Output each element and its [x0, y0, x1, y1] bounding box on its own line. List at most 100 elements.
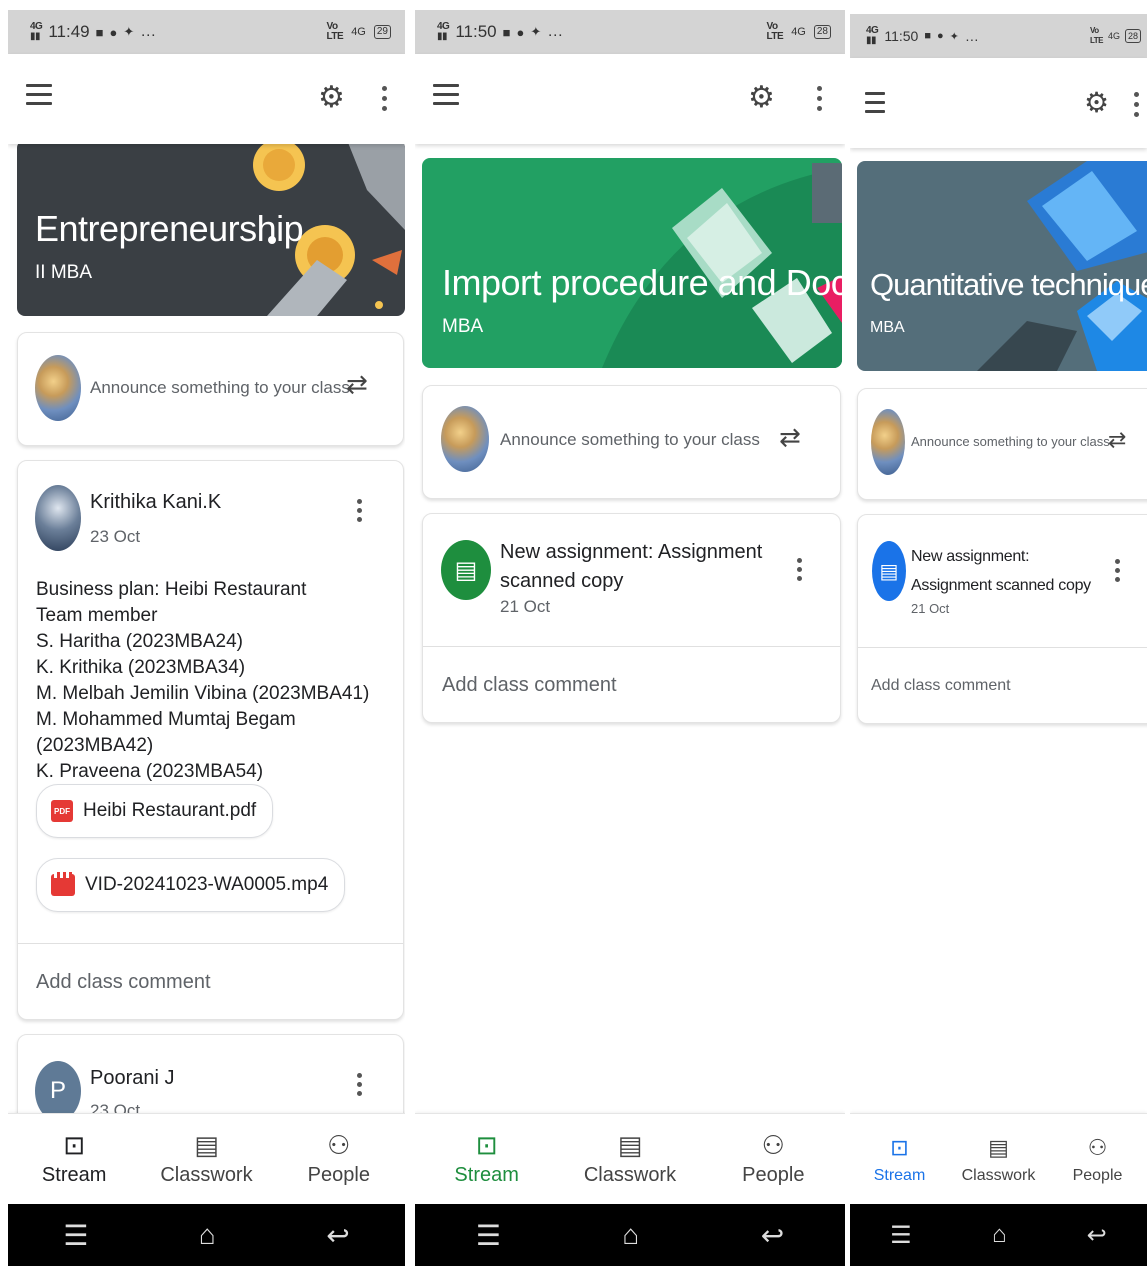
- tab-classwork[interactable]: ▤ Classwork: [558, 1114, 701, 1205]
- repost-icon[interactable]: ⇄: [779, 422, 801, 453]
- divider: [18, 943, 403, 944]
- add-comment-field[interactable]: Add class comment: [442, 674, 617, 697]
- battery-icon: 29: [373, 25, 391, 39]
- stream-icon: ⊡: [890, 1134, 909, 1160]
- chat-icon: ●: [937, 30, 944, 42]
- announce-card[interactable]: Announce something to your class ⇄: [422, 385, 841, 499]
- phone-screen-3: 4G ▮▮ 11:50 ■ ● ✦ … Vo LTE 4G 28 ⚙ Quantit…: [850, 0, 1147, 1266]
- announce-placeholder: Announce something to your class: [90, 378, 350, 397]
- tab-classwork[interactable]: ▤ Classwork: [949, 1114, 1048, 1205]
- signal-icon: 4G ▮▮: [866, 25, 879, 46]
- course-section: MBA: [442, 316, 484, 337]
- tab-people[interactable]: ⚇ People: [1048, 1114, 1147, 1205]
- announce-placeholder: Announce something to your class: [911, 434, 1110, 449]
- assignment-card[interactable]: ▤ New assignment: Assignment scanned cop…: [857, 514, 1147, 724]
- facebook-icon: ■: [95, 24, 104, 40]
- settings-gear-icon[interactable]: ⚙: [748, 80, 775, 115]
- facebook-icon: ■: [502, 24, 511, 40]
- more-options-icon[interactable]: [1134, 92, 1140, 122]
- tab-stream[interactable]: ⊡ Stream: [850, 1114, 949, 1205]
- signal-icon: 4G ▮▮: [437, 21, 450, 42]
- tab-label: Stream: [454, 1164, 519, 1186]
- phone-screen-2: 4G ▮▮ 11:50 ■ ● ✦ … Vo LTE 4G 28 ⚙ Import …: [415, 0, 845, 1266]
- attachment-label: Heibi Restaurant.pdf: [83, 800, 257, 821]
- bottom-nav: ⊡ Stream ▤ Classwork ⚇ People: [850, 1113, 1147, 1205]
- network-type: 4G: [791, 26, 806, 38]
- tab-stream[interactable]: ⊡ Stream: [8, 1114, 140, 1205]
- announce-card[interactable]: Announce something to your class ⇄: [857, 388, 1147, 500]
- user-avatar: [35, 355, 81, 421]
- tab-label: Classwork: [961, 1166, 1036, 1184]
- announce-card[interactable]: Announce something to your class ⇄: [17, 332, 404, 446]
- menu-icon[interactable]: [865, 92, 885, 114]
- post-more-icon[interactable]: [357, 499, 363, 526]
- twitter-icon: ✦: [530, 24, 542, 39]
- post-card: Krithika Kani.K 23 Oct Business plan: He…: [17, 460, 404, 1020]
- menu-icon[interactable]: [26, 84, 52, 106]
- home-icon[interactable]: ⌂: [622, 1219, 639, 1251]
- status-bar: 4G ▮▮ 11:49 ■ ● ✦ … Vo LTE 4G 29: [8, 10, 405, 54]
- more-options-icon[interactable]: [382, 86, 388, 116]
- recents-icon[interactable]: ☰: [890, 1221, 912, 1250]
- course-title: Import procedure and Doc...: [442, 262, 842, 303]
- assignment-more-icon[interactable]: [797, 558, 803, 585]
- home-icon[interactable]: ⌂: [199, 1219, 216, 1251]
- recents-icon[interactable]: ☰: [476, 1219, 501, 1252]
- attachment-video[interactable]: VID-20241023-WA0005.mp4: [36, 858, 346, 912]
- settings-gear-icon[interactable]: ⚙: [318, 80, 345, 115]
- back-icon[interactable]: ↩: [326, 1219, 349, 1252]
- home-icon[interactable]: ⌂: [992, 1221, 1007, 1249]
- assignment-date: 21 Oct: [500, 597, 551, 616]
- pdf-icon: PDF: [51, 800, 73, 822]
- tab-classwork[interactable]: ▤ Classwork: [140, 1114, 272, 1205]
- tab-label: Stream: [41, 1164, 107, 1186]
- banner-illustration: [977, 161, 1147, 371]
- attachment-label: VID-20241023-WA0005.mp4: [85, 874, 329, 895]
- status-more: …: [964, 28, 979, 44]
- user-avatar: [871, 409, 905, 475]
- repost-icon[interactable]: ⇄: [346, 369, 368, 400]
- repost-icon[interactable]: ⇄: [1108, 427, 1126, 453]
- course-section: II MBA: [35, 262, 93, 283]
- course-title: Entrepreneurship: [35, 208, 304, 249]
- post-date: 23 Oct: [90, 527, 141, 546]
- post-more-icon[interactable]: [357, 1073, 363, 1100]
- course-title: Quantitative techniques: [870, 267, 1147, 302]
- recents-icon[interactable]: ☰: [63, 1219, 88, 1252]
- chat-icon: ●: [109, 24, 118, 40]
- course-banner[interactable]: Import procedure and Doc... MBA: [422, 158, 842, 368]
- assignment-title: New assignment: Assignment scanned copy: [500, 541, 763, 592]
- user-avatar: [441, 406, 489, 472]
- tab-people[interactable]: ⚇ People: [273, 1114, 405, 1205]
- back-icon[interactable]: ↩: [1087, 1221, 1107, 1250]
- battery-icon: 28: [813, 25, 831, 39]
- assignment-more-icon[interactable]: [1115, 559, 1121, 586]
- tab-people[interactable]: ⚇ People: [702, 1114, 845, 1205]
- attachment-pdf[interactable]: PDF Heibi Restaurant.pdf: [36, 784, 274, 838]
- menu-icon[interactable]: [433, 84, 459, 106]
- add-comment-field[interactable]: Add class comment: [871, 677, 1011, 695]
- more-options-icon[interactable]: [817, 86, 823, 116]
- app-bar: ⚙: [415, 54, 845, 144]
- settings-gear-icon[interactable]: ⚙: [1084, 86, 1109, 119]
- tab-stream[interactable]: ⊡ Stream: [415, 1114, 558, 1205]
- twitter-icon: ✦: [949, 30, 959, 43]
- tab-label: People: [1072, 1166, 1123, 1184]
- clock: 11:50: [884, 28, 919, 44]
- assignment-icon: ▤: [441, 540, 491, 600]
- clipboard-icon: ▤: [988, 1134, 1009, 1160]
- course-banner[interactable]: Entrepreneurship II MBA: [17, 140, 405, 316]
- twitter-icon: ✦: [123, 24, 135, 39]
- course-banner[interactable]: Quantitative techniques MBA: [857, 161, 1147, 371]
- bottom-nav: ⊡ Stream ▤ Classwork ⚇ People: [415, 1113, 845, 1205]
- status-more: …: [140, 23, 157, 40]
- facebook-icon: ■: [924, 30, 931, 42]
- status-bar: 4G ▮▮ 11:50 ■ ● ✦ … Vo LTE 4G 28: [415, 10, 845, 54]
- add-comment-field[interactable]: Add class comment: [36, 971, 211, 994]
- assignment-card[interactable]: ▤ New assignment: Assignment scanned cop…: [422, 513, 841, 723]
- system-nav-bar: ☰ ⌂ ↩: [8, 1204, 405, 1266]
- clipboard-icon: ▤: [194, 1130, 219, 1160]
- tab-label: Classwork: [160, 1164, 253, 1186]
- tab-label: Stream: [873, 1166, 926, 1184]
- back-icon[interactable]: ↩: [761, 1219, 784, 1252]
